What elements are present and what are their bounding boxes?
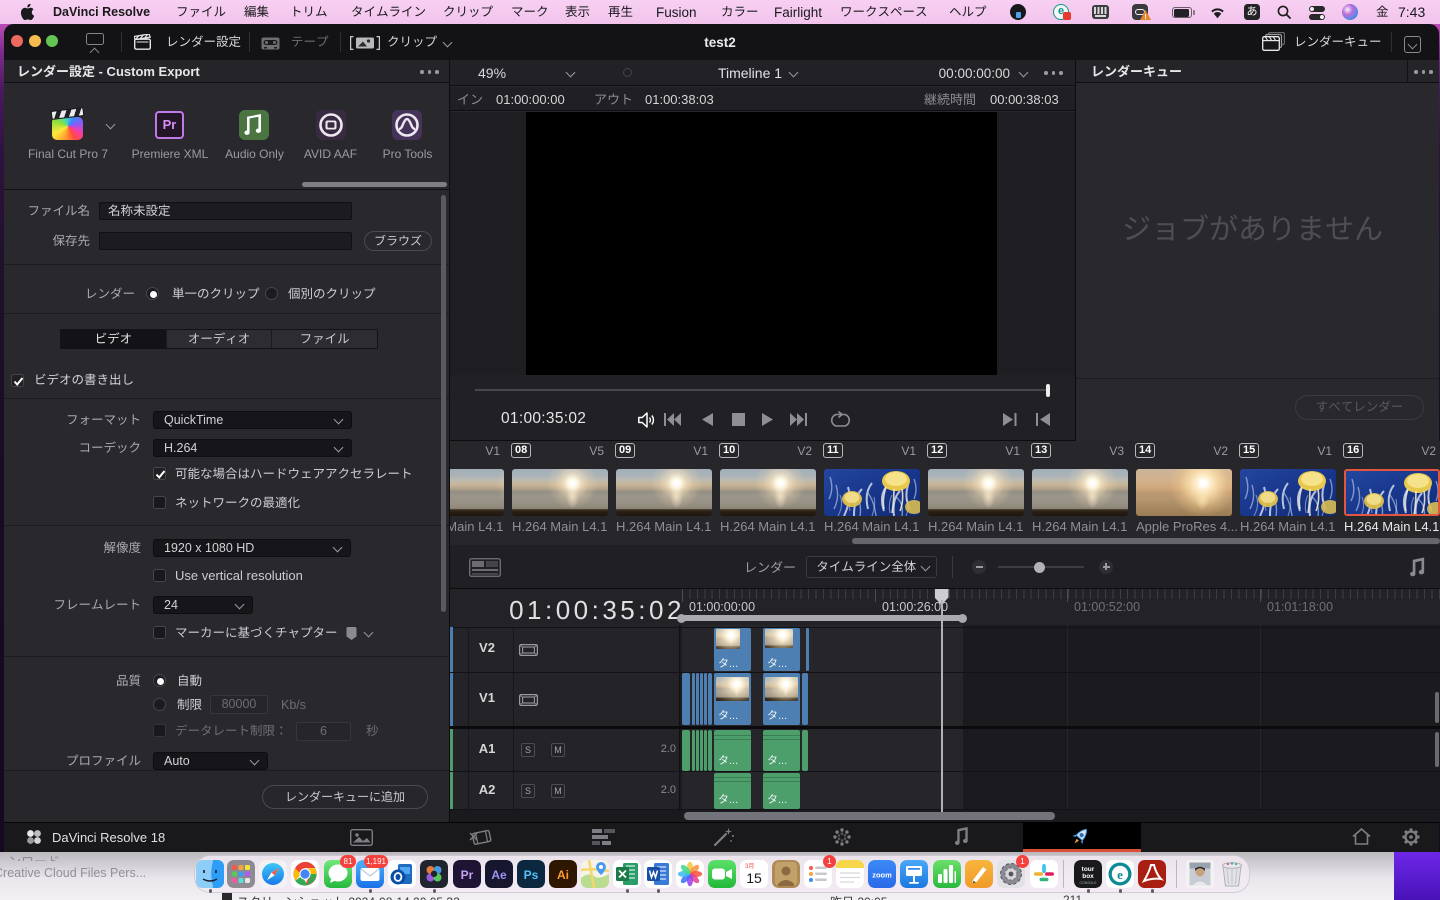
svg-text:3月: 3月: [745, 863, 754, 870]
svg-text:e: e: [1117, 867, 1123, 882]
svg-text:CONSOLE: CONSOLE: [1079, 881, 1097, 885]
svg-text:Ae: Ae: [491, 868, 507, 882]
svg-text:Pr: Pr: [461, 868, 474, 882]
svg-text:!: !: [1144, 14, 1146, 20]
svg-text:zoom: zoom: [872, 871, 892, 880]
svg-text:15: 15: [746, 870, 762, 886]
svg-text:box: box: [1082, 873, 1094, 880]
svg-text:Ps: Ps: [524, 868, 539, 882]
svg-text:Ai: Ai: [557, 868, 569, 882]
svg-text:tour: tour: [1082, 866, 1095, 873]
